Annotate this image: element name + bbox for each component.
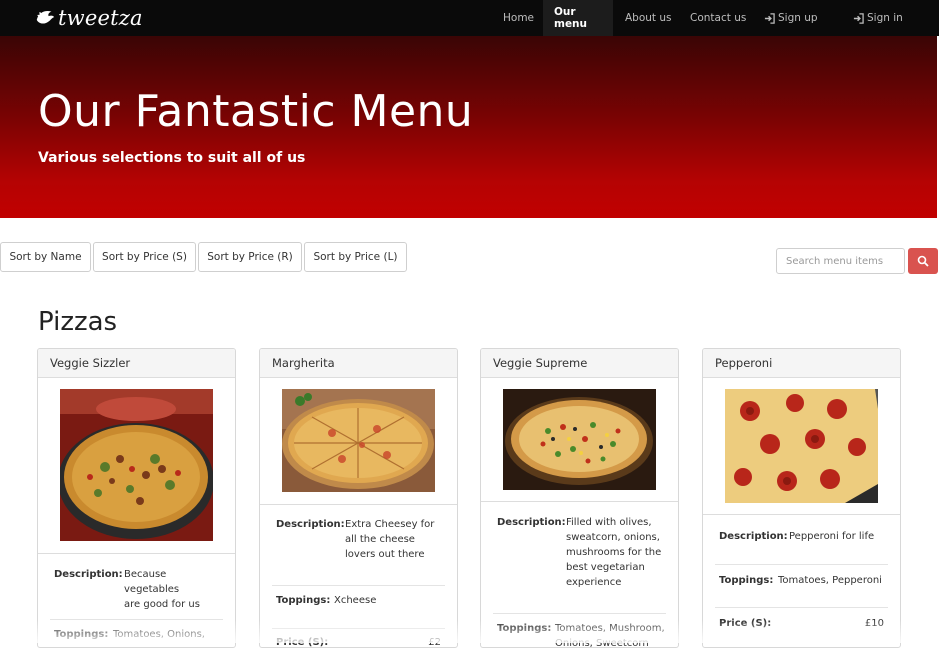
- description-line: experience: [566, 577, 622, 588]
- pizza-image: [60, 389, 213, 541]
- bird-logo-icon: [36, 11, 55, 24]
- pizza-name: Veggie Sizzler: [38, 349, 235, 378]
- nav-sign-up-label: Sign up: [778, 12, 818, 24]
- description-label: Description:: [54, 569, 123, 580]
- top-navbar: tweetza Home Our menu About us Contact u…: [0, 0, 939, 36]
- nav-contact-us[interactable]: Contact us: [679, 0, 757, 36]
- toppings-line: Tomatoes, Mushroom,: [555, 623, 665, 634]
- description-line: sweatcorn, onions,: [566, 532, 660, 543]
- description-line: Filled with olives,: [566, 517, 652, 528]
- toppings-row: Toppings: Xcheese: [272, 585, 445, 627]
- toppings-row: Toppings: Tomatoes, Onions,: [50, 619, 223, 647]
- price-small-value: £2: [428, 637, 441, 648]
- toppings-value: Tomatoes, Mushroom, Onions, Sweetcorn: [555, 621, 665, 648]
- toppings-value: Xcheese: [334, 595, 377, 606]
- description-row: Description: Extra Cheesey for all the c…: [272, 517, 445, 583]
- hero-subtitle: Various selections to suit all of us: [38, 150, 306, 166]
- toppings-label: Toppings:: [54, 629, 109, 640]
- sort-by-price-r-button[interactable]: Sort by Price (R): [198, 242, 302, 272]
- price-small-row: Price (S): £10: [715, 607, 888, 637]
- pizza-name: Pepperoni: [703, 349, 900, 378]
- description-line: are good for us: [124, 599, 200, 610]
- hero-title: Our Fantastic Menu: [38, 86, 474, 137]
- description-line: mushrooms for the: [566, 547, 662, 558]
- pizza-name: Veggie Supreme: [481, 349, 678, 378]
- section-title-pizzas: Pizzas: [38, 307, 118, 337]
- toppings-row: Toppings: Tomatoes, Pepperoni: [715, 564, 888, 606]
- pizza-image: [725, 389, 878, 503]
- description-value: Because vegetables are good for us: [124, 567, 223, 612]
- description-line: best vegetarian: [566, 562, 645, 573]
- nav-our-menu[interactable]: Our menu: [543, 0, 613, 36]
- pizza-card[interactable]: Margherita Description: Extra Cheesey fo…: [259, 348, 458, 648]
- sign-in-icon: [853, 12, 864, 24]
- sort-by-price-s-button[interactable]: Sort by Price (S): [93, 242, 196, 272]
- nav-home[interactable]: Home: [492, 0, 545, 36]
- hero-banner: Our Fantastic Menu Various selections to…: [0, 36, 937, 218]
- nav-about-us-label: About us: [625, 12, 672, 24]
- toppings-label: Toppings:: [719, 575, 774, 586]
- description-value: Filled with olives, sweatcorn, onions, m…: [566, 515, 661, 590]
- nav-our-menu-label: Our menu: [554, 6, 588, 30]
- description-row: Description: Because vegetables are good…: [50, 567, 223, 617]
- pizza-card[interactable]: Veggie Sizzler Description: Because vege…: [37, 348, 236, 648]
- description-label: Description:: [497, 517, 566, 528]
- pizza-card[interactable]: Pepperoni Description: Pepperoni for lif…: [702, 348, 901, 648]
- nav-about-us[interactable]: About us: [614, 0, 683, 36]
- description-label: Description:: [276, 519, 345, 530]
- nav-sign-up[interactable]: Sign up: [753, 0, 829, 36]
- nav-sign-in[interactable]: Sign in: [842, 0, 914, 36]
- sort-by-name-button[interactable]: Sort by Name: [0, 242, 91, 272]
- toppings-line: Onions, Sweetcorn: [555, 638, 649, 648]
- toppings-label: Toppings:: [497, 623, 552, 634]
- search-input[interactable]: Search menu items: [776, 248, 905, 274]
- nav-home-label: Home: [503, 12, 535, 24]
- search-button[interactable]: [908, 248, 938, 274]
- pizza-image: [282, 389, 435, 492]
- description-line: lovers out there: [345, 549, 425, 560]
- description-value: Pepperoni for life: [789, 531, 875, 542]
- pizza-name: Margherita: [260, 349, 457, 378]
- brand-name: tweetza: [58, 6, 143, 30]
- price-small-label: Price (S):: [719, 618, 772, 629]
- description-line: Extra Cheesey for: [345, 519, 435, 530]
- toppings-label: Toppings:: [276, 595, 331, 606]
- description-row: Description: Filled with olives, sweatco…: [493, 515, 666, 611]
- pizza-card[interactable]: Veggie Supreme Description: Filled with …: [480, 348, 679, 648]
- toppings-value: Tomatoes, Onions,: [113, 629, 205, 640]
- price-small-label: Price (S):: [276, 637, 329, 648]
- sign-in-icon: [764, 12, 775, 24]
- brand-logo[interactable]: tweetza: [34, 4, 143, 32]
- sort-by-price-l-button[interactable]: Sort by Price (L): [304, 242, 407, 272]
- pizza-image: [503, 389, 656, 490]
- search-icon: [917, 255, 929, 267]
- price-small-row: Price (S): £2: [272, 628, 445, 648]
- nav-sign-in-label: Sign in: [867, 12, 903, 24]
- description-row: Description: Pepperoni for life: [715, 529, 888, 569]
- description-line: all the cheese: [345, 534, 415, 545]
- description-line: Because vegetables: [124, 569, 180, 595]
- description-value: Extra Cheesey for all the cheese lovers …: [345, 517, 434, 562]
- nav-contact-us-label: Contact us: [690, 12, 747, 24]
- toppings-value: Tomatoes, Pepperoni: [778, 575, 882, 586]
- description-label: Description:: [719, 531, 788, 542]
- price-small-value: £10: [864, 618, 884, 629]
- search-placeholder: Search menu items: [786, 255, 884, 267]
